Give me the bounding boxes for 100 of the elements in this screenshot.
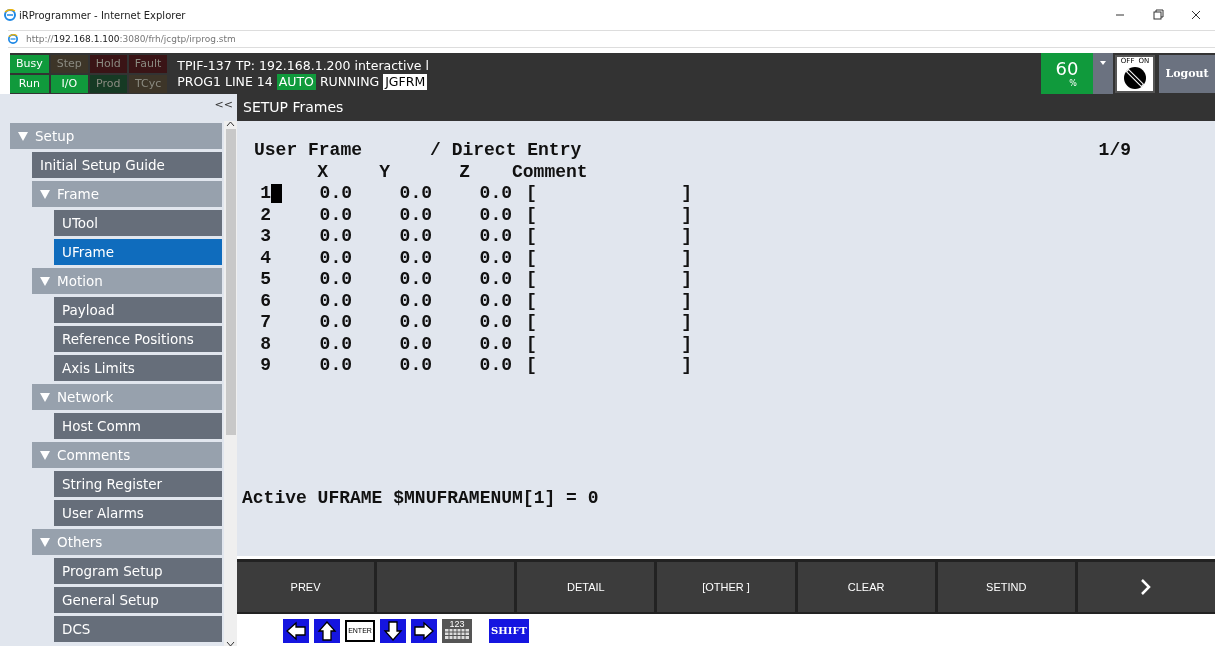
function-key[interactable]: SETIND: [937, 562, 1075, 612]
table-cell: 0.0: [399, 269, 432, 290]
table-cell: 0.0: [479, 269, 512, 290]
override-display[interactable]: 60 %: [1041, 53, 1093, 94]
tree-item[interactable]: Initial Setup Guide: [32, 152, 222, 178]
table-cell-text: [: [526, 290, 538, 311]
status-light: I/O: [50, 74, 88, 93]
caret-icon: [1100, 61, 1106, 65]
arrow-right-icon: [411, 618, 437, 643]
browser-logo-icon: [4, 9, 16, 21]
function-key[interactable]: CLEAR: [797, 562, 935, 612]
status-light: Fault: [128, 54, 168, 73]
table-cell: 0.0: [319, 333, 352, 354]
shift-key[interactable]: SHIFT: [489, 618, 529, 643]
status-badge: AUTO: [276, 73, 316, 90]
table-cell: 0.0: [399, 247, 432, 268]
tree-item[interactable]: Payload: [54, 297, 222, 323]
right-arrow-key[interactable]: [411, 618, 437, 643]
screen-heading: User Frame: [254, 140, 363, 160]
triangle-icon: [18, 131, 28, 141]
tree-item[interactable]: Axis Limits: [54, 355, 222, 381]
tree-item[interactable]: Program Setup: [54, 558, 222, 584]
table-cell: 0.0: [479, 312, 512, 333]
table-cell: 0.0: [319, 204, 352, 225]
tree-item[interactable]: Host Comm: [54, 413, 222, 439]
table-cell: 0.0: [479, 183, 512, 204]
table-cell: 0.0: [399, 312, 432, 333]
row-number: 5: [260, 269, 271, 290]
table-cell: 0.0: [479, 290, 512, 311]
column-header: Comment: [512, 161, 588, 182]
tree-item[interactable]: Reference Positions: [54, 326, 222, 352]
table-cell-text: [: [526, 355, 538, 376]
status-light: Run: [10, 74, 49, 93]
function-key[interactable]: DETAIL: [517, 562, 655, 612]
triangle-icon: [40, 189, 50, 199]
status-light: Prod: [89, 74, 127, 93]
tree-item[interactable]: String Register: [54, 471, 222, 497]
table-cell-text: [: [526, 312, 538, 333]
chevron-right-icon: [1140, 578, 1153, 596]
table-cell-text: [: [526, 333, 538, 354]
keypad-button[interactable]: 123: [442, 618, 472, 643]
collapse-button[interactable]: <<: [214, 94, 237, 121]
table-cell: ]: [681, 226, 692, 247]
table-cell-text: [: [526, 247, 538, 268]
tree-item[interactable]: General Setup: [54, 587, 222, 613]
table-cell: 0.0: [399, 183, 432, 204]
status-light: Step: [50, 54, 88, 73]
tree-group[interactable]: Setup: [10, 123, 222, 149]
tree-item[interactable]: User Alarms: [54, 500, 222, 526]
scrollbar[interactable]: [224, 121, 237, 646]
function-key[interactable]: PREV: [237, 562, 375, 612]
tree-group[interactable]: Network: [32, 384, 222, 410]
table-cell: 0.0: [399, 355, 432, 376]
table-cell: 0.0: [399, 333, 432, 354]
browser-logo-icon: [8, 34, 18, 44]
left-arrow-key[interactable]: [283, 618, 309, 643]
table-cell-text: [: [526, 204, 538, 225]
chevron-up-icon: [226, 121, 235, 127]
status-text: PROG1 LINE 14: [177, 73, 273, 90]
restore-icon[interactable]: [1152, 9, 1164, 21]
table-cell: 0.0: [319, 247, 352, 268]
arrow-left-icon: [283, 618, 309, 643]
tree-item[interactable]: UFrame: [54, 239, 222, 265]
column-header: X: [317, 161, 328, 182]
up-arrow-key[interactable]: [314, 618, 340, 643]
table-cell-text: [: [526, 183, 538, 204]
table-cell: 0.0: [399, 226, 432, 247]
keypad-icon: [445, 628, 469, 639]
down-arrow-key[interactable]: [380, 618, 406, 643]
row-number: 8: [260, 333, 271, 354]
triangle-icon: [40, 392, 50, 402]
triangle-icon: [40, 276, 50, 286]
tree-group[interactable]: Comments: [32, 442, 222, 468]
address-field[interactable]: http://192.168.1.100:3080/frh/jcgtp/irprog.stm: [26, 34, 236, 44]
tree-item[interactable]: DCS: [54, 616, 222, 642]
table-cell: 0.0: [319, 312, 352, 333]
table-cell: ]: [681, 333, 692, 354]
scroll-thumb[interactable]: [225, 129, 236, 435]
table-cell: ]: [681, 247, 692, 268]
table-cell: 0.0: [319, 290, 352, 311]
arrow-down-icon: [380, 618, 406, 643]
tree-item[interactable]: UTool: [54, 210, 222, 236]
row-number: 1: [260, 183, 271, 204]
function-key[interactable]: [OTHER ]: [657, 562, 795, 612]
close-icon[interactable]: [1190, 9, 1202, 21]
row-number: 6: [260, 290, 271, 311]
screen-title: SETUP Frames: [242, 98, 345, 117]
row-number: 9: [260, 355, 271, 376]
table-cell: ]: [681, 355, 692, 376]
status-light: Busy: [10, 54, 49, 73]
row-number: 2: [260, 204, 271, 225]
tree-group[interactable]: Frame: [32, 181, 222, 207]
status-line: TPIF-137 TP: 192.168.1.200 interactive l: [177, 57, 430, 74]
table-cell: 0.0: [479, 333, 512, 354]
table-cell: ]: [681, 269, 692, 290]
logout-button[interactable]: Logout: [1159, 54, 1215, 93]
table-cell: 0.0: [479, 355, 512, 376]
status-message: Active UFRAME $MNUFRAMENUM[1] = 0: [242, 488, 600, 508]
tree-group[interactable]: Others: [32, 529, 222, 555]
tree-group[interactable]: Motion: [32, 268, 222, 294]
